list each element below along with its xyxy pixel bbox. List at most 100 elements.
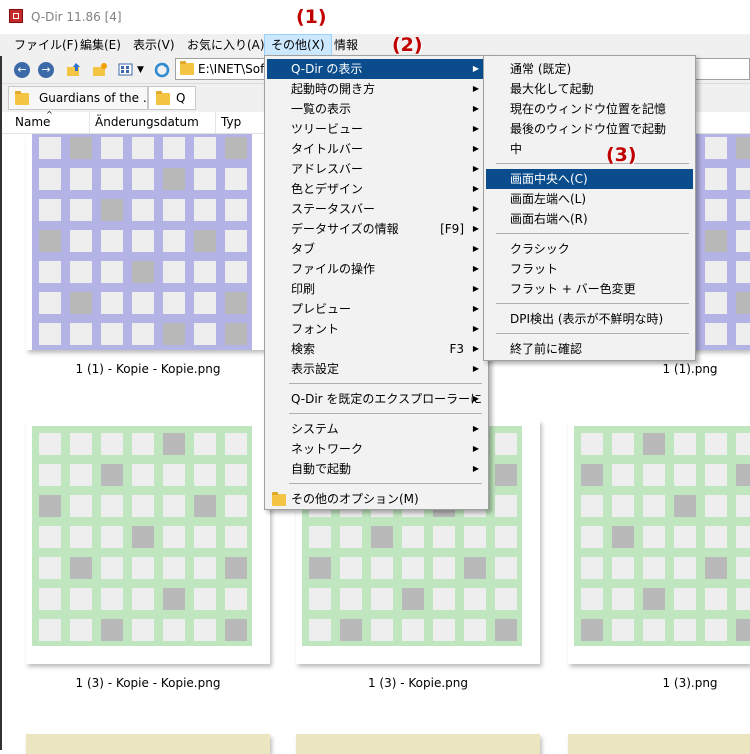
file-caption[interactable]: 1 (3).png: [600, 676, 750, 690]
submenu-arrow-icon: ▶: [472, 224, 479, 233]
back-icon[interactable]: ←: [14, 62, 30, 78]
other-menu-item-label: アドレスバー: [291, 162, 364, 176]
file-caption[interactable]: 1 (1).png: [600, 362, 750, 376]
menu-info[interactable]: 情報: [328, 34, 364, 56]
view-submenu-item-0[interactable]: 通常 (既定): [486, 59, 693, 79]
view-submenu-item-label: フラット: [510, 262, 559, 276]
submenu-arrow-icon: ▶: [472, 364, 479, 373]
file-thumbnail[interactable]: [296, 734, 540, 754]
column-type[interactable]: Typ: [216, 112, 266, 133]
view-submenu-item-11[interactable]: DPI検出 (表示が不鮮明な時): [486, 309, 693, 329]
other-menu-item-9[interactable]: タブ ▶: [267, 239, 486, 259]
other-menu-item-19[interactable]: 自動で起動 ▶: [267, 459, 486, 479]
other-menu-item-label: システム: [291, 422, 339, 436]
file-thumbnail[interactable]: [568, 734, 750, 754]
forward-icon[interactable]: →: [38, 62, 54, 78]
menu-separator: [289, 483, 482, 484]
other-menu-item-1[interactable]: 起動時の開き方 ▶: [267, 79, 486, 99]
submenu-arrow-icon: ▶: [472, 84, 479, 93]
file-caption[interactable]: 1 (3) - Kopie.png: [296, 676, 540, 690]
submenu-arrow-icon: ▶: [472, 284, 479, 293]
file-thumbnail[interactable]: [26, 130, 270, 350]
menu-file[interactable]: ファイル(F): [8, 34, 84, 56]
view-mode-icon[interactable]: [118, 62, 134, 78]
folder-icon: [272, 492, 286, 506]
menu-edit[interactable]: 編集(E): [74, 34, 127, 56]
other-menu-item-6[interactable]: 色とデザイン ▶: [267, 179, 486, 199]
other-menu-item-label: 起動時の開き方: [291, 82, 376, 96]
other-menu-item-5[interactable]: アドレスバー ▶: [267, 159, 486, 179]
annotation-1: (1): [296, 6, 327, 28]
menu-separator: [496, 333, 689, 334]
submenu-arrow-icon: ▶: [472, 164, 479, 173]
other-menu-item-label: 一覧の表示: [291, 102, 352, 116]
menu-shortcut: [F9]: [440, 222, 464, 236]
submenu-arrow-icon: ▶: [472, 424, 479, 433]
tab-folder-icon: [156, 91, 170, 105]
refresh-icon[interactable]: [154, 62, 170, 78]
file-thumbnail[interactable]: [26, 734, 270, 754]
tab-guardians[interactable]: Guardians of the ...: [8, 86, 154, 110]
view-submenu-item-6[interactable]: 画面左端へ(L): [486, 189, 693, 209]
new-folder-icon[interactable]: [92, 62, 108, 78]
other-menu-item-15[interactable]: 表示設定 ▶: [267, 359, 486, 379]
submenu-arrow-icon: ▶: [472, 124, 479, 133]
other-menu-item-16[interactable]: Q-Dir を既定のエクスプローラーに ▶: [267, 389, 486, 409]
tab-label: Guardians of the ...: [39, 91, 155, 105]
up-folder-icon[interactable]: [66, 62, 82, 78]
window-left-edge: [0, 56, 2, 750]
other-menu-item-8[interactable]: データサイズの情報 [F9] ▶: [267, 219, 486, 239]
file-thumbnail[interactable]: [26, 420, 270, 664]
other-menu-item-label: Q-Dir の表示: [291, 62, 363, 76]
submenu-arrow-icon: ▶: [472, 244, 479, 253]
other-menu-item-label: タブ: [291, 242, 316, 256]
other-menu-item-label: データサイズの情報: [291, 222, 399, 236]
other-menu-item-label: 印刷: [291, 282, 316, 296]
submenu-arrow-icon: ▶: [472, 144, 479, 153]
other-menu-item-10[interactable]: ファイルの操作 ▶: [267, 259, 486, 279]
view-submenu-item-4[interactable]: 中: [486, 139, 693, 159]
thumbnail-image: [26, 130, 270, 350]
view-submenu-item-9[interactable]: フラット: [486, 259, 693, 279]
view-submenu-item-1[interactable]: 最大化して起動: [486, 79, 693, 99]
annotation-2: (2): [392, 34, 423, 56]
view-submenu-item-5[interactable]: 画面中央へ(C): [486, 169, 693, 189]
other-menu-item-17[interactable]: システム ▶: [267, 419, 486, 439]
other-menu-item-20[interactable]: その他のオプション(M): [267, 489, 486, 509]
menu-view[interactable]: 表示(V): [127, 34, 181, 56]
column-date[interactable]: Änderungsdatum: [90, 112, 216, 133]
menu-favorites[interactable]: お気に入り(A): [181, 34, 271, 56]
other-menu-item-label: ファイルの操作: [291, 262, 376, 276]
file-caption[interactable]: 1 (1) - Kopie - Kopie.png: [26, 362, 270, 376]
address-text[interactable]: E:\INET\Soft: [198, 62, 264, 76]
address-bar-right[interactable]: [690, 58, 750, 80]
thumbnail-image: [568, 420, 750, 664]
dropdown-arrow-icon[interactable]: ▼: [137, 62, 153, 78]
other-menu-item-2[interactable]: 一覧の表示 ▶: [267, 99, 486, 119]
other-menu-item-4[interactable]: タイトルバー ▶: [267, 139, 486, 159]
view-submenu-item-7[interactable]: 画面右端へ(R): [486, 209, 693, 229]
file-caption[interactable]: 1 (3) - Kopie - Kopie.png: [26, 676, 270, 690]
file-thumbnail[interactable]: [568, 420, 750, 664]
other-menu-item-7[interactable]: ステータスバー ▶: [267, 199, 486, 219]
other-menu-item-14[interactable]: 検索 F3 ▶: [267, 339, 486, 359]
other-menu-item-label: その他のオプション(M): [291, 492, 419, 506]
view-submenu-item-label: 最後のウィンドウ位置で起動: [510, 122, 667, 136]
other-menu-item-13[interactable]: フォント ▶: [267, 319, 486, 339]
other-menu-item-18[interactable]: ネットワーク ▶: [267, 439, 486, 459]
other-menu-item-3[interactable]: ツリービュー ▶: [267, 119, 486, 139]
other-menu-item-label: Q-Dir を既定のエクスプローラーに: [291, 392, 483, 406]
menu-other[interactable]: その他(X): [264, 34, 332, 56]
view-submenu-item-12[interactable]: 終了前に確認: [486, 339, 693, 359]
tab-q[interactable]: Q: [148, 86, 196, 110]
view-submenu-item-8[interactable]: クラシック: [486, 239, 693, 259]
other-menu-item-0[interactable]: Q-Dir の表示 ▶: [267, 59, 486, 79]
other-menu-item-label: ネットワーク: [291, 442, 364, 456]
view-submenu-item-10[interactable]: フラット + バー色変更: [486, 279, 693, 299]
other-menu-item-11[interactable]: 印刷 ▶: [267, 279, 486, 299]
submenu-arrow-icon: ▶: [472, 64, 479, 73]
view-submenu-item-3[interactable]: 最後のウィンドウ位置で起動: [486, 119, 693, 139]
qdir-view-submenu: 通常 (既定) 最大化して起動 現在のウィンドウ位置を記憶最後のウィンドウ位置で起動…: [483, 55, 696, 361]
view-submenu-item-2[interactable]: 現在のウィンドウ位置を記憶: [486, 99, 693, 119]
other-menu-item-12[interactable]: プレビュー ▶: [267, 299, 486, 319]
